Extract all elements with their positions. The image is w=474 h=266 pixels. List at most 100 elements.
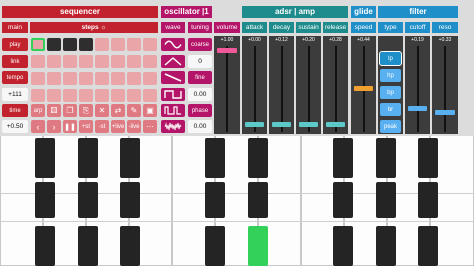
sustain-handle[interactable] — [299, 122, 318, 127]
volume-handle[interactable] — [217, 48, 237, 53]
triangle-wave-icon[interactable] — [161, 55, 185, 68]
edit-icon[interactable]: ✎ — [127, 104, 141, 117]
step-cell[interactable] — [63, 55, 77, 68]
arp-button[interactable]: arp — [31, 104, 45, 117]
step-cell[interactable] — [79, 38, 93, 51]
filter-type-peak[interactable]: peak — [380, 120, 401, 133]
link-button[interactable]: link — [2, 55, 28, 68]
reso-fader[interactable]: +0.33 — [432, 36, 458, 134]
release-fader[interactable]: +0.28 — [323, 36, 348, 134]
attack-handle[interactable] — [245, 122, 264, 127]
step-cell[interactable] — [47, 55, 61, 68]
coarse-value[interactable]: 0 — [188, 55, 212, 68]
fine-value[interactable]: 0.00 — [188, 88, 212, 101]
step-cell[interactable] — [63, 89, 77, 102]
step-cell[interactable] — [31, 55, 45, 68]
black-key[interactable] — [120, 138, 140, 178]
decay-fader[interactable]: +0.12 — [269, 36, 294, 134]
shift-icon[interactable]: ⇄ — [111, 104, 125, 117]
step-cell[interactable] — [143, 38, 157, 51]
step-cell[interactable] — [31, 89, 45, 102]
step-cell[interactable] — [111, 89, 125, 102]
black-key[interactable] — [248, 182, 268, 218]
black-key[interactable] — [35, 226, 55, 266]
black-key[interactable] — [376, 226, 396, 266]
step-cell[interactable] — [111, 55, 125, 68]
volume-fader[interactable]: +1.00 — [214, 36, 240, 134]
black-key[interactable] — [418, 138, 438, 178]
prev-arrow-icon[interactable]: ‹ — [31, 120, 45, 133]
black-key[interactable] — [205, 138, 225, 178]
pulse-wave-icon[interactable] — [161, 104, 185, 117]
step-cell[interactable] — [79, 72, 93, 85]
step-cell[interactable] — [95, 89, 109, 102]
step-cell[interactable] — [79, 55, 93, 68]
step-cell[interactable] — [47, 89, 61, 102]
square-wave-icon[interactable] — [161, 88, 185, 101]
speed-handle[interactable] — [354, 86, 373, 91]
main-tab[interactable]: main — [2, 22, 28, 33]
cutoff-fader[interactable]: +0.19 — [405, 36, 430, 134]
black-key[interactable] — [333, 226, 353, 266]
step-cell[interactable] — [143, 55, 157, 68]
black-key[interactable] — [333, 182, 353, 218]
pause-icon[interactable]: ❚❚ — [63, 120, 77, 133]
step-cell[interactable] — [79, 89, 93, 102]
black-key[interactable] — [248, 138, 268, 178]
minus-live-button[interactable]: -live — [127, 120, 141, 133]
step-cell[interactable] — [63, 72, 77, 85]
step-cell[interactable] — [63, 38, 77, 51]
plus-live-button[interactable]: +live — [111, 120, 125, 133]
step-cell[interactable] — [31, 72, 45, 85]
release-handle[interactable] — [326, 122, 345, 127]
filter-type-hp[interactable]: hp — [380, 69, 401, 82]
black-key[interactable] — [78, 226, 98, 266]
step-cell[interactable] — [127, 72, 141, 85]
step-cell[interactable] — [111, 72, 125, 85]
black-key[interactable] — [418, 182, 438, 218]
plus-st-button[interactable]: +st — [79, 120, 93, 133]
save-icon[interactable]: ▣ — [143, 104, 157, 117]
black-key[interactable] — [205, 226, 225, 266]
attack-fader[interactable]: +0.00 — [242, 36, 267, 134]
black-key[interactable] — [35, 138, 55, 178]
black-key[interactable] — [120, 226, 140, 266]
step-cell[interactable] — [47, 38, 61, 51]
time-value[interactable]: +0.50 — [2, 120, 28, 133]
black-key[interactable] — [78, 138, 98, 178]
dots-icon[interactable]: ⋯ — [143, 120, 157, 133]
filter-type-bp[interactable]: bp — [380, 86, 401, 99]
clear-icon[interactable]: ✕ — [95, 104, 109, 117]
step-cell[interactable] — [127, 38, 141, 51]
step-cell[interactable] — [143, 72, 157, 85]
step-cell[interactable] — [95, 72, 109, 85]
glide-speed-fader[interactable]: +0.44 — [351, 36, 376, 134]
sustain-fader[interactable]: +0.20 — [296, 36, 321, 134]
black-key[interactable] — [376, 138, 396, 178]
cutoff-handle[interactable] — [408, 106, 427, 111]
black-key[interactable] — [418, 226, 438, 266]
reso-handle[interactable] — [435, 110, 455, 115]
step-cell[interactable] — [111, 38, 125, 51]
step-cell[interactable] — [95, 55, 109, 68]
next-arrow-icon[interactable]: › — [47, 120, 61, 133]
black-key-active[interactable] — [248, 226, 268, 266]
step-cell[interactable] — [95, 38, 109, 51]
step-cell[interactable] — [47, 72, 61, 85]
steps-tab[interactable]: steps ☼ — [30, 22, 158, 33]
paste-icon[interactable]: ⎘ — [79, 104, 93, 117]
step-cell[interactable] — [143, 89, 157, 102]
decay-handle[interactable] — [272, 122, 291, 127]
black-key[interactable] — [333, 138, 353, 178]
black-key[interactable] — [205, 182, 225, 218]
copy-icon[interactable]: ❐ — [63, 104, 77, 117]
phase-value[interactable]: 0.00 — [188, 120, 212, 133]
black-key[interactable] — [120, 182, 140, 218]
minus-st-button[interactable]: -st — [95, 120, 109, 133]
black-key[interactable] — [78, 182, 98, 218]
step-cell[interactable] — [31, 38, 45, 51]
play-button[interactable]: play — [2, 38, 28, 51]
black-key[interactable] — [35, 182, 55, 218]
filter-type-lp[interactable]: lp — [379, 51, 402, 66]
noise-wave-icon[interactable] — [161, 120, 185, 133]
